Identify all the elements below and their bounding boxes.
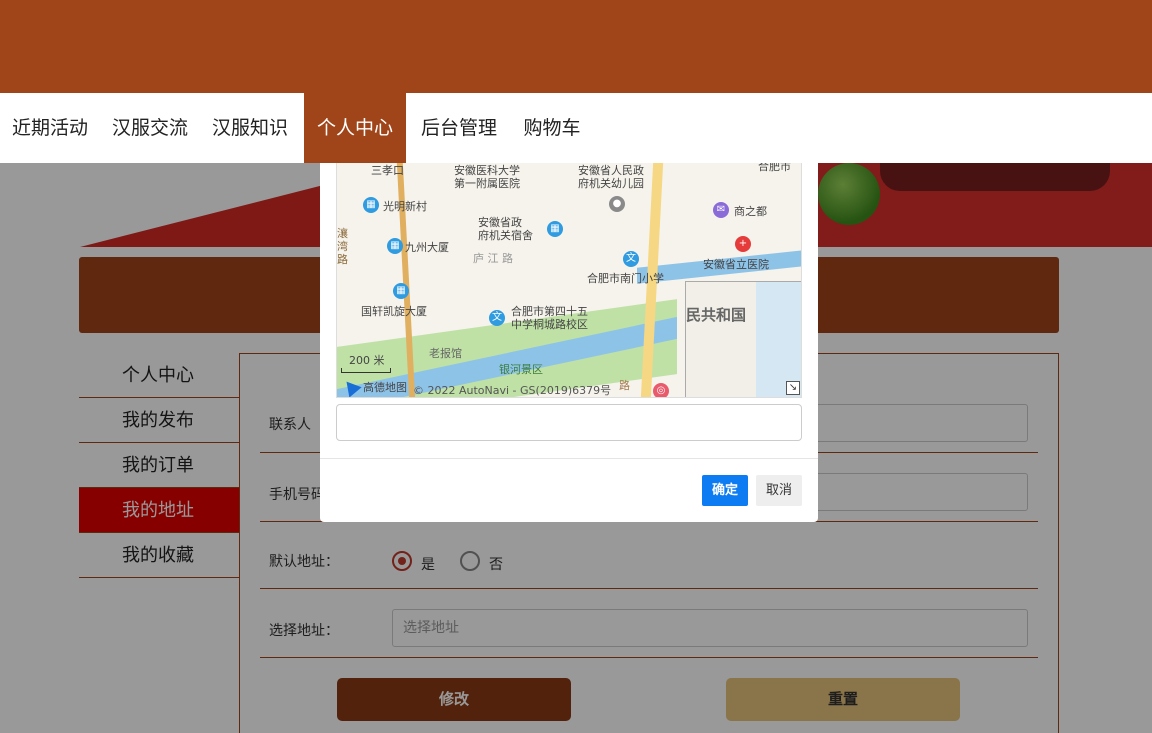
map-label: 合肥市 — [758, 163, 791, 173]
map-label: 国轩凯旋大厦 — [361, 305, 427, 318]
map-search-input[interactable] — [336, 404, 802, 441]
map-label: 光明新村 — [383, 200, 427, 213]
top-banner — [0, 0, 1152, 93]
hospital-icon[interactable]: + — [735, 236, 751, 252]
map-label: 庐 江 路 — [473, 252, 513, 265]
map-label: 九州大厦 — [405, 241, 449, 254]
building-icon[interactable]: ▦ — [393, 283, 409, 299]
building-icon[interactable]: ▦ — [387, 238, 403, 254]
map-label: 安徽省人民政 府机关幼儿园 — [578, 164, 644, 190]
building-icon[interactable]: ▦ — [363, 197, 379, 213]
confirm-button[interactable]: 确定 — [702, 475, 748, 506]
modal-divider — [320, 458, 818, 459]
nav-item-admin[interactable]: 后台管理 — [408, 93, 510, 163]
map-label: 商之都 — [734, 205, 767, 218]
scale-label: 200 米 — [349, 354, 385, 367]
map-overview[interactable]: 民共和国 ↘ — [685, 281, 801, 397]
main-nav: 近期活动 汉服交流 汉服知识 个人中心 后台管理 购物车 — [0, 93, 1152, 163]
pin-icon[interactable]: ● — [609, 196, 625, 212]
map-label: 安徽省政 府机关宿舍 — [478, 216, 533, 242]
shopping-icon[interactable]: ✉ — [713, 202, 729, 218]
map-label: 路 — [619, 379, 630, 392]
map-label: 瀼 湾 路 — [337, 227, 348, 266]
map-picker-modal: 三孝口 安徽医科大学 第一附属医院 安徽省人民政 府机关幼儿园 合肥市 ▦ 光明… — [320, 163, 818, 522]
map-copyright: © 2022 AutoNavi - GS(2019)6379号 — [413, 384, 612, 397]
school-icon[interactable]: 文 — [623, 251, 639, 267]
nav-item-activities[interactable]: 近期活动 — [0, 93, 100, 163]
map-label: 合肥市第四十五 中学桐城路校区 — [511, 305, 588, 331]
nav-item-personal-center[interactable]: 个人中心 — [304, 93, 406, 163]
building-icon[interactable]: ▦ — [547, 221, 563, 237]
nav-item-cart[interactable]: 购物车 — [512, 93, 592, 163]
scale-bar — [341, 368, 391, 373]
school-icon[interactable]: 文 — [489, 310, 505, 326]
cinema-icon[interactable]: ◎ — [653, 383, 669, 397]
map-logo: 高德地图 — [363, 381, 407, 394]
overview-label: 民共和国 — [686, 306, 747, 324]
map-label: 安徽医科大学 第一附属医院 — [454, 164, 520, 190]
map-label: 安徽省立医院 — [703, 258, 769, 271]
map-label: 三孝口 — [371, 164, 404, 177]
map-label: 合肥市南门小学 — [587, 272, 664, 285]
map-label: 老报馆 — [429, 347, 462, 360]
nav-item-exchange[interactable]: 汉服交流 — [100, 93, 200, 163]
nav-item-knowledge[interactable]: 汉服知识 — [200, 93, 300, 163]
map-label: 银河景区 — [499, 363, 543, 376]
overview-toggle-icon[interactable]: ↘ — [786, 381, 800, 395]
overview-land — [686, 282, 756, 397]
cancel-button[interactable]: 取消 — [756, 475, 802, 506]
map-view[interactable]: 三孝口 安徽医科大学 第一附属医院 安徽省人民政 府机关幼儿园 合肥市 ▦ 光明… — [336, 163, 802, 398]
